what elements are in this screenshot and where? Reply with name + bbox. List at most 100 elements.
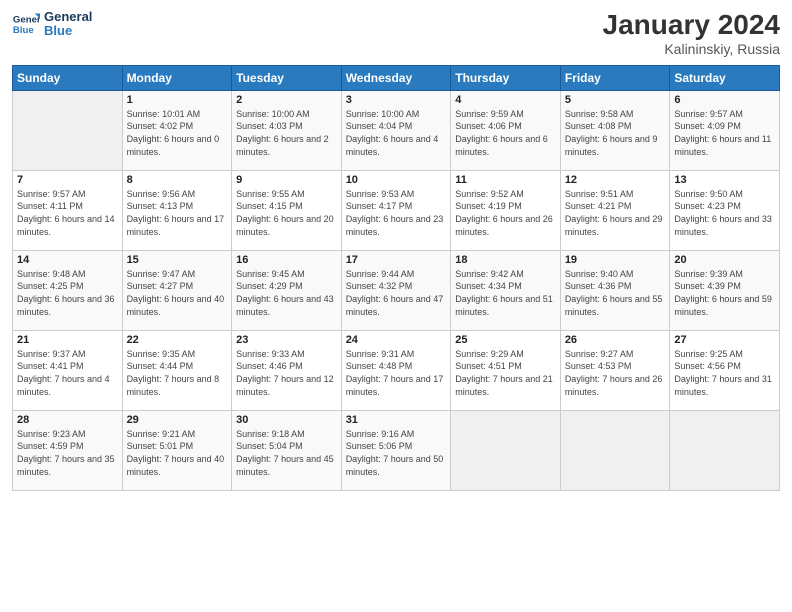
day-number: 11 bbox=[455, 174, 556, 186]
day-cell: 24Sunrise: 9:31 AMSunset: 4:48 PMDayligh… bbox=[341, 330, 451, 410]
week-row-4: 21 Sunrise: 9:37 AMSunset: 4:41 PMDayligh… bbox=[13, 330, 780, 410]
day-info: Sunrise: 9:53 AMSunset: 4:17 PMDaylight:… bbox=[346, 188, 447, 238]
day-number: 10 bbox=[346, 174, 447, 186]
day-cell: 29 Sunrise: 9:21 AMSunset: 5:01 PMDayligh… bbox=[122, 410, 232, 490]
day-info: Sunrise: 9:39 AMSunset: 4:39 PMDaylight:… bbox=[674, 268, 775, 318]
day-info: Sunrise: 9:56 AMSunset: 4:13 PMDaylight:… bbox=[127, 188, 228, 238]
weekday-header-friday: Friday bbox=[560, 65, 670, 90]
weekday-header-wednesday: Wednesday bbox=[341, 65, 451, 90]
day-cell: 16 Sunrise: 9:45 AMSunset: 4:29 PMDayligh… bbox=[232, 250, 342, 330]
day-info: Sunrise: 9:25 AMSunset: 4:56 PMDaylight:… bbox=[674, 348, 775, 398]
day-info: Sunrise: 9:42 AMSunset: 4:34 PMDaylight:… bbox=[455, 268, 556, 318]
weekday-header-row: SundayMondayTuesdayWednesdayThursdayFrid… bbox=[13, 65, 780, 90]
day-number: 27 bbox=[674, 334, 775, 346]
month-title: January 2024 bbox=[603, 10, 780, 41]
day-number: 20 bbox=[674, 254, 775, 266]
day-number: 7 bbox=[17, 174, 118, 186]
day-cell: 22 Sunrise: 9:35 AMSunset: 4:44 PMDayligh… bbox=[122, 330, 232, 410]
day-cell: 10 Sunrise: 9:53 AMSunset: 4:17 PMDayligh… bbox=[341, 170, 451, 250]
day-cell: 27 Sunrise: 9:25 AMSunset: 4:56 PMDayligh… bbox=[670, 330, 780, 410]
day-cell: 14Sunrise: 9:48 AMSunset: 4:25 PMDayligh… bbox=[13, 250, 123, 330]
day-number: 23 bbox=[236, 334, 337, 346]
day-cell: 17 Sunrise: 9:44 AMSunset: 4:32 PMDayligh… bbox=[341, 250, 451, 330]
day-cell bbox=[670, 410, 780, 490]
day-cell: 5 Sunrise: 9:58 AMSunset: 4:08 PMDaylight… bbox=[560, 90, 670, 170]
day-cell: 12 Sunrise: 9:51 AMSunset: 4:21 PMDayligh… bbox=[560, 170, 670, 250]
day-number: 12 bbox=[565, 174, 666, 186]
day-cell: 18 Sunrise: 9:42 AMSunset: 4:34 PMDayligh… bbox=[451, 250, 561, 330]
location-subtitle: Kalininskiy, Russia bbox=[603, 41, 780, 57]
day-number: 29 bbox=[127, 414, 228, 426]
day-info: Sunrise: 9:47 AMSunset: 4:27 PMDaylight:… bbox=[127, 268, 228, 318]
day-info: Sunrise: 9:33 AMSunset: 4:46 PMDaylight:… bbox=[236, 348, 337, 398]
day-info: Sunrise: 9:50 AMSunset: 4:23 PMDaylight:… bbox=[674, 188, 775, 238]
day-info: Sunrise: 9:23 AMSunset: 4:59 PMDaylight:… bbox=[17, 428, 118, 478]
day-cell bbox=[560, 410, 670, 490]
day-cell: 1 Sunrise: 10:01 AMSunset: 4:02 PMDayligh… bbox=[122, 90, 232, 170]
day-cell: 6 Sunrise: 9:57 AMSunset: 4:09 PMDaylight… bbox=[670, 90, 780, 170]
day-info: Sunrise: 9:55 AMSunset: 4:15 PMDaylight:… bbox=[236, 188, 337, 238]
day-number: 16 bbox=[236, 254, 337, 266]
weekday-header-sunday: Sunday bbox=[13, 65, 123, 90]
day-info: Sunrise: 9:16 AMSunset: 5:06 PMDaylight:… bbox=[346, 428, 447, 478]
calendar-container: General Blue General Blue January 2024 K… bbox=[0, 0, 792, 612]
day-number: 6 bbox=[674, 94, 775, 106]
logo-blue: Blue bbox=[44, 24, 92, 38]
week-row-5: 28 Sunrise: 9:23 AMSunset: 4:59 PMDayligh… bbox=[13, 410, 780, 490]
day-info: Sunrise: 9:44 AMSunset: 4:32 PMDaylight:… bbox=[346, 268, 447, 318]
day-info: Sunrise: 9:35 AMSunset: 4:44 PMDaylight:… bbox=[127, 348, 228, 398]
day-info: Sunrise: 9:57 AMSunset: 4:11 PMDaylight:… bbox=[17, 188, 118, 238]
day-cell: 9Sunrise: 9:55 AMSunset: 4:15 PMDaylight… bbox=[232, 170, 342, 250]
day-info: Sunrise: 9:37 AMSunset: 4:41 PMDaylight:… bbox=[17, 348, 118, 398]
day-number: 8 bbox=[127, 174, 228, 186]
weekday-header-tuesday: Tuesday bbox=[232, 65, 342, 90]
week-row-1: 1 Sunrise: 10:01 AMSunset: 4:02 PMDayligh… bbox=[13, 90, 780, 170]
day-info: Sunrise: 10:01 AMSunset: 4:02 PMDaylight… bbox=[127, 108, 228, 158]
logo-general: General bbox=[44, 10, 92, 24]
day-cell bbox=[451, 410, 561, 490]
day-info: Sunrise: 9:45 AMSunset: 4:29 PMDaylight:… bbox=[236, 268, 337, 318]
day-cell: 8 Sunrise: 9:56 AMSunset: 4:13 PMDaylight… bbox=[122, 170, 232, 250]
week-row-3: 14Sunrise: 9:48 AMSunset: 4:25 PMDayligh… bbox=[13, 250, 780, 330]
day-number: 30 bbox=[236, 414, 337, 426]
day-info: Sunrise: 9:40 AMSunset: 4:36 PMDaylight:… bbox=[565, 268, 666, 318]
day-cell: 25Sunrise: 9:29 AMSunset: 4:51 PMDayligh… bbox=[451, 330, 561, 410]
day-number: 28 bbox=[17, 414, 118, 426]
day-info: Sunrise: 9:58 AMSunset: 4:08 PMDaylight:… bbox=[565, 108, 666, 158]
day-cell: 30Sunrise: 9:18 AMSunset: 5:04 PMDayligh… bbox=[232, 410, 342, 490]
day-cell: 11 Sunrise: 9:52 AMSunset: 4:19 PMDayligh… bbox=[451, 170, 561, 250]
svg-text:Blue: Blue bbox=[13, 25, 34, 36]
day-number: 3 bbox=[346, 94, 447, 106]
day-info: Sunrise: 9:51 AMSunset: 4:21 PMDaylight:… bbox=[565, 188, 666, 238]
day-cell: 31 Sunrise: 9:16 AMSunset: 5:06 PMDayligh… bbox=[341, 410, 451, 490]
day-number: 1 bbox=[127, 94, 228, 106]
calendar-table: SundayMondayTuesdayWednesdayThursdayFrid… bbox=[12, 65, 780, 491]
day-info: Sunrise: 9:52 AMSunset: 4:19 PMDaylight:… bbox=[455, 188, 556, 238]
day-info: Sunrise: 9:57 AMSunset: 4:09 PMDaylight:… bbox=[674, 108, 775, 158]
day-cell: 19 Sunrise: 9:40 AMSunset: 4:36 PMDayligh… bbox=[560, 250, 670, 330]
day-number: 22 bbox=[127, 334, 228, 346]
day-number: 4 bbox=[455, 94, 556, 106]
day-number: 5 bbox=[565, 94, 666, 106]
weekday-header-monday: Monday bbox=[122, 65, 232, 90]
svg-text:General: General bbox=[13, 15, 40, 26]
day-number: 13 bbox=[674, 174, 775, 186]
day-info: Sunrise: 9:29 AMSunset: 4:51 PMDaylight:… bbox=[455, 348, 556, 398]
day-cell: 20 Sunrise: 9:39 AMSunset: 4:39 PMDayligh… bbox=[670, 250, 780, 330]
day-number: 17 bbox=[346, 254, 447, 266]
day-number: 18 bbox=[455, 254, 556, 266]
day-number: 2 bbox=[236, 94, 337, 106]
day-number: 15 bbox=[127, 254, 228, 266]
day-info: Sunrise: 9:21 AMSunset: 5:01 PMDaylight:… bbox=[127, 428, 228, 478]
title-block: January 2024 Kalininskiy, Russia bbox=[603, 10, 780, 57]
day-number: 21 bbox=[17, 334, 118, 346]
day-cell: 7 Sunrise: 9:57 AMSunset: 4:11 PMDaylight… bbox=[13, 170, 123, 250]
day-cell: 3Sunrise: 10:00 AMSunset: 4:04 PMDayligh… bbox=[341, 90, 451, 170]
day-number: 31 bbox=[346, 414, 447, 426]
day-number: 24 bbox=[346, 334, 447, 346]
day-number: 19 bbox=[565, 254, 666, 266]
day-cell: 13 Sunrise: 9:50 AMSunset: 4:23 PMDayligh… bbox=[670, 170, 780, 250]
day-cell: 15 Sunrise: 9:47 AMSunset: 4:27 PMDayligh… bbox=[122, 250, 232, 330]
logo-icon: General Blue bbox=[12, 10, 40, 38]
weekday-header-thursday: Thursday bbox=[451, 65, 561, 90]
